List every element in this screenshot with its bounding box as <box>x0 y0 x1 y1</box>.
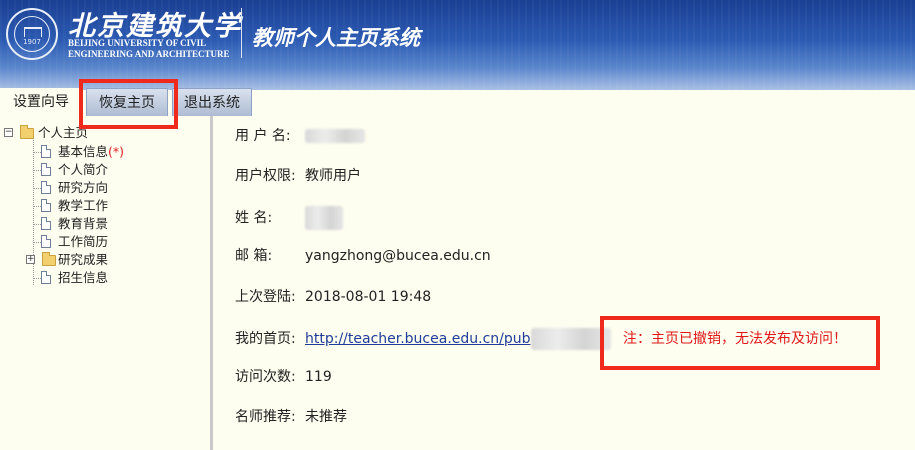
email-value: yangzhong@bucea.edu.cn <box>305 248 491 264</box>
username-row: 用 户 名: <box>235 126 365 146</box>
username-label: 用 户 名: <box>235 128 291 144</box>
name-label: 姓 名: <box>235 210 273 226</box>
document-icon <box>41 271 51 284</box>
username-redacted <box>305 129 365 143</box>
document-icon <box>41 199 51 212</box>
highlight-box-notice <box>600 316 880 370</box>
folder-icon <box>42 252 56 266</box>
homepage-link[interactable]: http://teacher.bucea.edu.cn/pub <box>305 331 531 347</box>
visits-label: 访问次数: <box>235 369 296 385</box>
homepage-label: 我的首页: <box>235 331 296 347</box>
name-redacted <box>305 206 343 230</box>
tab-setup-guide[interactable]: 设置向导 <box>0 88 82 116</box>
recommend-label: 名师推荐: <box>235 409 296 425</box>
tab-exit-system[interactable]: 退出系统 <box>172 88 252 116</box>
last-login-value: 2018-08-01 19:48 <box>305 289 432 305</box>
system-title: 教师个人主页系统 <box>252 26 420 50</box>
email-label: 邮 箱: <box>235 248 273 264</box>
required-mark: (*) <box>108 144 125 159</box>
folder-open-icon <box>20 125 34 139</box>
account-info-panel: 用 户 名: 用户权限: 教师用户 姓 名: 邮 箱: yangzhong@buce… <box>213 116 915 450</box>
recommend-row: 名师推荐: 未推荐 <box>235 407 347 427</box>
homepage-url-redacted <box>530 328 611 350</box>
collapse-icon[interactable]: − <box>4 128 13 137</box>
email-row: 邮 箱: yangzhong@bucea.edu.cn <box>235 246 491 266</box>
name-row: 姓 名: <box>235 206 343 230</box>
header-banner: 1907 北京建筑大学 BEIJING UNIVERSITY OF CIVIL … <box>0 0 915 90</box>
document-icon <box>41 163 51 176</box>
expand-icon[interactable]: + <box>26 255 35 264</box>
recommend-value: 未推荐 <box>305 409 347 425</box>
university-seal-icon: 1907 <box>6 8 58 60</box>
university-english-name: BEIJING UNIVERSITY OF CIVIL ENGINEERING … <box>68 38 230 59</box>
last-login-label: 上次登陆: <box>235 289 296 305</box>
header-divider <box>241 8 242 58</box>
seal-year: 1907 <box>23 38 41 46</box>
visits-row: 访问次数: 119 <box>235 367 332 387</box>
document-icon <box>41 145 51 158</box>
permission-value: 教师用户 <box>305 168 361 184</box>
last-login-row: 上次登陆: 2018-08-01 19:48 <box>235 287 431 307</box>
permission-row: 用户权限: 教师用户 <box>235 166 361 186</box>
sidebar-tree: − 个人主页 基本信息(*) 个人简介 研究方向 教学工作 教育背景 工作简历 … <box>0 116 210 450</box>
permission-label: 用户权限: <box>235 168 296 184</box>
visits-value: 119 <box>305 369 332 385</box>
homepage-row: 我的首页: http://teacher.bucea.edu.cn/pub <box>235 328 611 350</box>
document-icon <box>41 235 51 248</box>
document-icon <box>41 181 51 194</box>
highlight-box-restore-tab <box>79 79 178 129</box>
document-icon <box>41 217 51 230</box>
